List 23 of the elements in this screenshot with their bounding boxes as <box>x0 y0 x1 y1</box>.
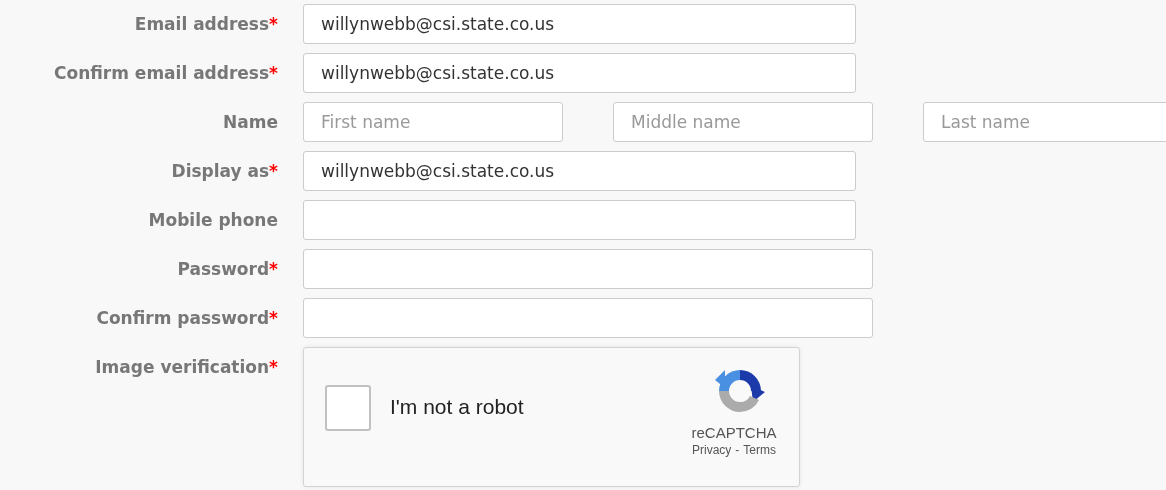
input-field[interactable]: Last name <box>923 102 1166 142</box>
input-field[interactable] <box>303 249 873 289</box>
field-label: Email address* <box>133 14 278 34</box>
field-label: Display as* <box>170 161 278 181</box>
field-label: Confirm email address* <box>53 63 278 83</box>
input-field[interactable]: willynwebb@csi.state.co.us <box>303 53 856 93</box>
input-field[interactable]: willynwebb@csi.state.co.us <box>303 4 856 44</box>
privacy-link[interactable]: Privacy <box>692 443 732 457</box>
link-separator: - <box>735 443 740 457</box>
field-label: Image verification* <box>94 357 278 377</box>
field-label: Confirm password* <box>95 308 278 328</box>
checkbox[interactable] <box>325 385 371 431</box>
terms-link[interactable]: Terms <box>743 443 776 457</box>
field-label: Name <box>222 112 278 132</box>
input-field[interactable] <box>303 298 873 338</box>
input-field[interactable]: First name <box>303 102 563 142</box>
input-field[interactable] <box>303 200 856 240</box>
field-label: Mobile phone <box>147 210 278 230</box>
checkbox-label: I'm not a robot <box>390 395 524 419</box>
input-field[interactable]: Middle name <box>613 102 873 142</box>
field-label: Password* <box>176 259 278 279</box>
input-field[interactable]: willynwebb@csi.state.co.us <box>303 151 856 191</box>
brand-name: reCAPTCHA <box>691 424 777 441</box>
